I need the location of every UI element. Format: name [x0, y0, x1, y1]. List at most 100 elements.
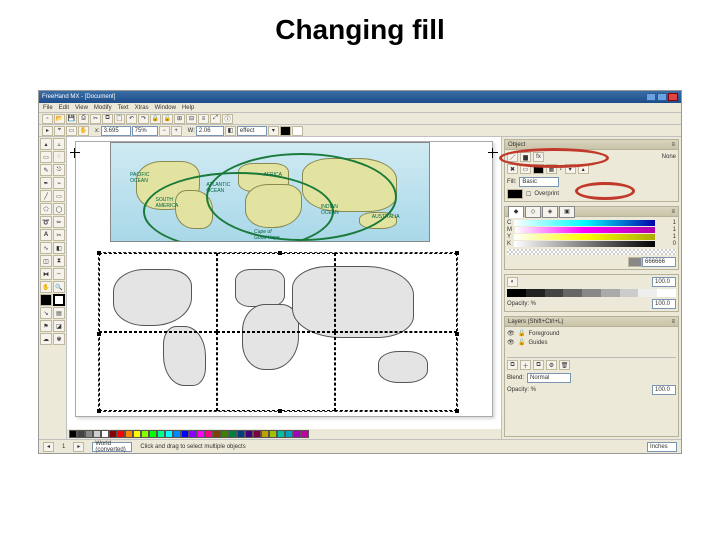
- fill-color-swatch[interactable]: [507, 189, 523, 199]
- graphichose-tool[interactable]: ✾: [53, 333, 65, 345]
- palette-swatch[interactable]: [69, 430, 77, 438]
- palette-swatch[interactable]: [245, 430, 253, 438]
- remove-attr-button[interactable]: ✖: [507, 164, 518, 174]
- panel-menu-icon[interactable]: ≡: [671, 142, 675, 148]
- text-tool[interactable]: A: [40, 229, 52, 241]
- selection-handle[interactable]: [455, 332, 459, 336]
- print-button[interactable]: ⎙: [78, 114, 89, 124]
- copy-button[interactable]: ⧉: [102, 114, 113, 124]
- c-slider[interactable]: [514, 220, 655, 226]
- menu-window[interactable]: Window: [155, 105, 176, 111]
- panel-menu-icon[interactable]: ≡: [671, 319, 675, 325]
- mixer-tab-system[interactable]: ▣: [559, 206, 575, 218]
- pencil-tool[interactable]: ✏: [53, 216, 65, 228]
- palette-swatch[interactable]: [77, 430, 85, 438]
- k-slider[interactable]: [514, 241, 655, 247]
- palette-swatch[interactable]: [101, 430, 109, 438]
- layer-row[interactable]: 👁 🔓 Guides: [507, 338, 676, 347]
- unlock-button[interactable]: 🔓: [162, 114, 173, 124]
- window-minimize-button[interactable]: [646, 93, 656, 101]
- tint-strip[interactable]: [507, 289, 676, 297]
- palette-swatch[interactable]: [125, 430, 133, 438]
- menu-text[interactable]: Text: [118, 105, 129, 111]
- stroke-swatch[interactable]: [53, 294, 65, 306]
- snap-icon[interactable]: ⌖: [54, 126, 65, 136]
- selection-handle[interactable]: [455, 409, 459, 413]
- paste-button[interactable]: 📋: [114, 114, 125, 124]
- window-close-button[interactable]: [668, 93, 678, 101]
- panel-menu-icon[interactable]: ≡: [671, 209, 675, 215]
- add-stroke-button[interactable]: ／: [507, 152, 518, 162]
- palette-swatch[interactable]: [293, 430, 301, 438]
- trace-tool[interactable]: ⧗: [53, 255, 65, 267]
- blend-tool[interactable]: ⧓: [40, 268, 52, 280]
- swatch-a-icon[interactable]: [280, 126, 291, 136]
- visibility-icon[interactable]: 👁: [507, 330, 515, 337]
- align-button[interactable]: ≡: [198, 114, 209, 124]
- mixer-tab-cmyk[interactable]: ◆: [508, 206, 524, 218]
- redo-button[interactable]: ↷: [138, 114, 149, 124]
- transform-button[interactable]: ⤢: [210, 114, 221, 124]
- pen-tool[interactable]: ✒: [40, 177, 52, 189]
- selection-handle[interactable]: [97, 332, 101, 336]
- effect-input[interactable]: effect: [237, 126, 267, 136]
- lock-icon[interactable]: 🔓: [518, 339, 525, 346]
- eraser-tool[interactable]: ◧: [53, 242, 65, 254]
- tint-value[interactable]: 100.0: [652, 277, 676, 287]
- zoom-out-button[interactable]: −: [159, 126, 170, 136]
- lock-button[interactable]: 🔒: [150, 114, 161, 124]
- open-button[interactable]: 📂: [54, 114, 65, 124]
- group-button[interactable]: ⊞: [174, 114, 185, 124]
- palette-swatch[interactable]: [301, 430, 309, 438]
- y-value[interactable]: 1: [658, 234, 676, 240]
- palette-swatch[interactable]: [149, 430, 157, 438]
- undo-button[interactable]: ↶: [126, 114, 137, 124]
- blend-select[interactable]: Normal: [527, 373, 571, 383]
- opacity-value[interactable]: 100.0: [652, 299, 676, 309]
- menu-edit[interactable]: Edit: [59, 105, 69, 111]
- subselect-tool[interactable]: ▵: [53, 138, 65, 150]
- layer-dup-button[interactable]: ⧉: [533, 360, 544, 370]
- m-value[interactable]: 1: [658, 227, 676, 233]
- save-button[interactable]: 💾: [66, 114, 77, 124]
- output-tool[interactable]: ⎋: [53, 164, 65, 176]
- layer-row[interactable]: 👁 🔓 Foreground: [507, 329, 676, 338]
- eyedrop-tool[interactable]: ✎: [40, 164, 52, 176]
- mixer-tab-hls[interactable]: ◈: [542, 206, 558, 218]
- palette-swatch[interactable]: [213, 430, 221, 438]
- layer-new-button[interactable]: ＋: [520, 360, 531, 370]
- canvas-area[interactable]: ATLANTICOCEAN AFRICA SOUTHAMERICA INDIAN…: [67, 137, 501, 439]
- palette-swatch[interactable]: [181, 430, 189, 438]
- menu-file[interactable]: File: [43, 105, 53, 111]
- menu-modify[interactable]: Modify: [94, 105, 112, 111]
- layer-opacity-value[interactable]: 100.0: [652, 385, 676, 395]
- move-down-button[interactable]: ▾: [565, 164, 576, 174]
- m-slider[interactable]: [515, 227, 655, 233]
- palette-swatch[interactable]: [133, 430, 141, 438]
- add-effect-button[interactable]: fx: [533, 152, 544, 162]
- fill-type-select[interactable]: Basic: [519, 177, 559, 187]
- polygon-tool[interactable]: ⬠: [40, 203, 52, 215]
- palette-swatch[interactable]: [165, 430, 173, 438]
- current-color-swatch[interactable]: [628, 257, 642, 267]
- swatch-b-icon[interactable]: [292, 126, 303, 136]
- palette-swatch[interactable]: [205, 430, 213, 438]
- palette-swatch[interactable]: [261, 430, 269, 438]
- misc-icon[interactable]: ◧: [225, 126, 236, 136]
- hand-icon[interactable]: ✋: [78, 126, 89, 136]
- mirror-tool[interactable]: ⇔: [53, 268, 65, 280]
- extrude-tool[interactable]: ◪: [53, 320, 65, 332]
- zoom-tool[interactable]: 🔍: [53, 281, 65, 293]
- info-button[interactable]: ⓘ: [222, 114, 233, 124]
- outline-world-map[interactable]: [98, 252, 458, 412]
- connector-tool[interactable]: ↘: [40, 307, 52, 319]
- zoom-in-button[interactable]: +: [171, 126, 182, 136]
- w-input[interactable]: 2.06: [196, 126, 224, 136]
- x-input[interactable]: 3.695: [101, 126, 131, 136]
- menu-xtras[interactable]: Xtras: [135, 105, 149, 111]
- layer-merge-button[interactable]: ⧉: [507, 360, 518, 370]
- page-icon[interactable]: ▭: [66, 126, 77, 136]
- palette-swatch[interactable]: [117, 430, 125, 438]
- k-value[interactable]: 0: [658, 241, 676, 247]
- palette-swatch[interactable]: [197, 430, 205, 438]
